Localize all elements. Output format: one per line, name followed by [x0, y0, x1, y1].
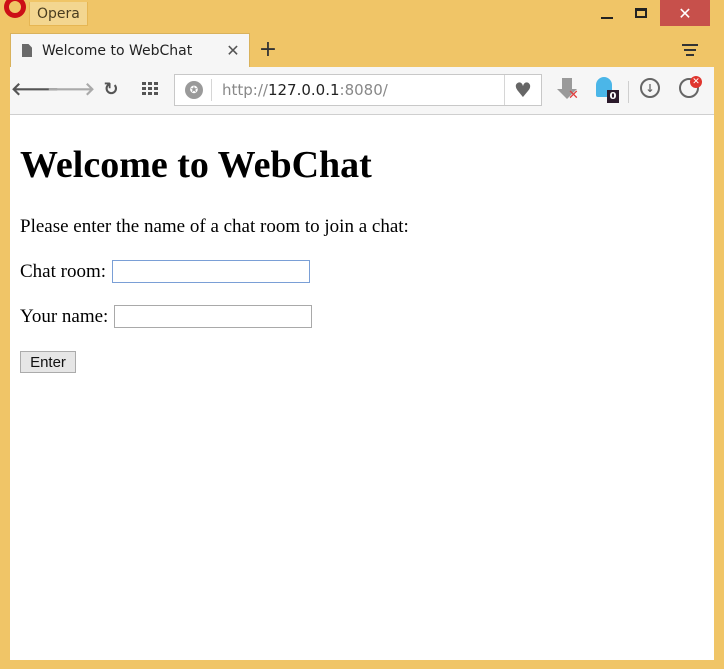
- title-bar: Opera ✕: [0, 0, 724, 30]
- page-title: Welcome to WebChat: [20, 144, 372, 186]
- downloads-icon[interactable]: ↓: [638, 76, 666, 104]
- url-text[interactable]: http://127.0.0.1:8080/: [222, 81, 388, 99]
- close-button[interactable]: ✕: [660, 0, 710, 26]
- url-host: 127.0.0.1: [267, 81, 340, 99]
- download-blocked-icon[interactable]: ✕: [554, 76, 582, 104]
- back-button[interactable]: 🡐: [11, 77, 59, 101]
- your-name-input[interactable]: [114, 305, 313, 328]
- heart-icon: ♥: [514, 78, 532, 102]
- ghostery-icon[interactable]: 0: [593, 76, 621, 104]
- bookmark-button[interactable]: ♥: [504, 75, 541, 105]
- speed-dial-button[interactable]: [138, 77, 162, 101]
- tab-close-icon[interactable]: ✕: [223, 41, 243, 60]
- maximize-icon: [635, 8, 647, 18]
- close-icon: ✕: [678, 3, 692, 23]
- account-icon[interactable]: ✕: [677, 76, 705, 104]
- address-bar[interactable]: ✪ http://127.0.0.1:8080/ ♥: [174, 74, 542, 106]
- forward-button[interactable]: 🡒: [47, 77, 95, 101]
- site-info-icon[interactable]: ✪: [185, 81, 203, 99]
- your-name-label: Your name:: [20, 305, 109, 327]
- chat-room-input[interactable]: [112, 260, 311, 283]
- minimize-button[interactable]: [592, 0, 622, 26]
- reload-button[interactable]: ↻: [99, 77, 123, 101]
- chat-room-row: Chat room:: [20, 260, 311, 283]
- toolbar-divider: [628, 81, 629, 103]
- chat-room-label: Chat room:: [20, 260, 107, 282]
- grid-icon: [142, 82, 158, 95]
- opera-logo-icon[interactable]: [4, 0, 26, 18]
- ghostery-badge: 0: [607, 90, 619, 103]
- tab-menu-icon[interactable]: [682, 44, 698, 59]
- new-tab-button[interactable]: +: [258, 38, 278, 62]
- toolbar: 🡐 🡒 ↻ ✪ http://127.0.0.1:8080/ ♥ ✕ 0 ↓ ✕: [10, 67, 714, 115]
- maximize-button[interactable]: [626, 0, 656, 26]
- intro-text: Please enter the name of a chat room to …: [20, 216, 409, 237]
- tab-title: Welcome to WebChat: [42, 42, 193, 59]
- forward-arrow-icon: 🡒: [46, 78, 96, 100]
- account-error-icon: ✕: [690, 76, 702, 88]
- document-icon: [22, 44, 32, 57]
- browser-window: Opera ✕ Welcome to WebChat ✕ + 🡐 🡒 ↻ ✪ h…: [0, 0, 724, 669]
- minimize-icon: [601, 17, 613, 19]
- tab-welcome-to-webchat[interactable]: Welcome to WebChat ✕: [10, 33, 250, 67]
- url-port-path: :8080/: [339, 81, 388, 99]
- url-scheme: http://: [222, 81, 268, 99]
- reload-icon: ↻: [103, 78, 119, 100]
- enter-button[interactable]: Enter: [20, 351, 76, 373]
- opera-menu-button[interactable]: Opera: [29, 2, 88, 26]
- page-content: Welcome to WebChat Please enter the name…: [10, 115, 714, 660]
- address-divider: [211, 79, 212, 101]
- your-name-row: Your name:: [20, 305, 313, 328]
